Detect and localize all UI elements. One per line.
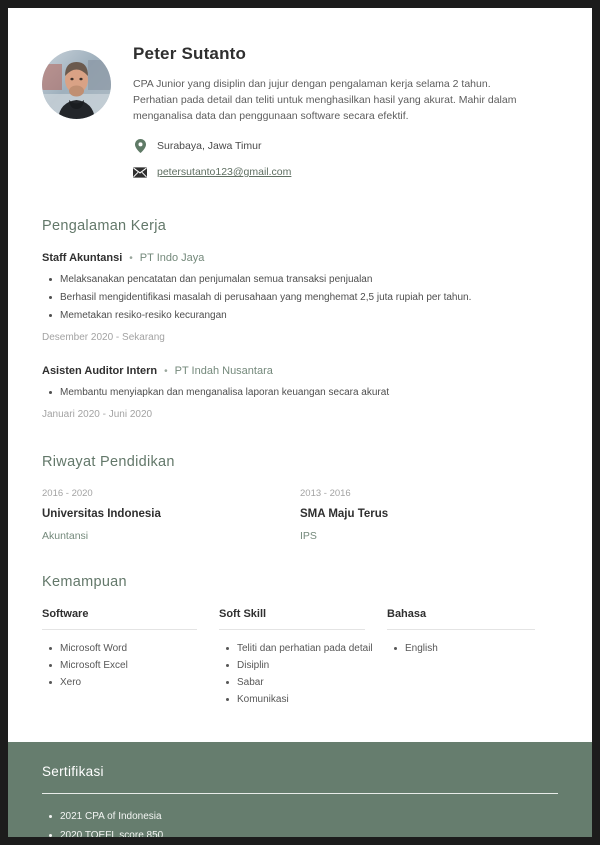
job-header: Asisten Auditor Intern • PT Indah Nusant…: [42, 365, 558, 377]
contact-location: Surabaya, Jawa Timur: [133, 138, 558, 154]
skill-list: Microsoft Word Microsoft Excel Xero: [42, 641, 219, 690]
education-years: 2016 - 2020: [42, 488, 93, 499]
education-entry: 2016 - 2020 Universitas Indonesia Akunta…: [42, 488, 300, 542]
job-date: Januari 2020 - Juni 2020: [42, 409, 153, 420]
profile-summary: CPA Junior yang disiplin dan jujur denga…: [133, 78, 517, 122]
education-grid: 2016 - 2020 Universitas Indonesia Akunta…: [42, 488, 558, 542]
avatar-photo: [42, 50, 111, 119]
experience-heading: Pengalaman Kerja: [42, 218, 167, 234]
job-bullet: Memetakan resiko-resiko kecurangan: [42, 308, 558, 323]
avatar: [42, 50, 111, 119]
skill-item: Teliti dan perhatian pada detail: [219, 641, 387, 656]
job-separator: •: [129, 253, 133, 264]
education-school: SMA Maju Terus: [300, 508, 389, 520]
certification-item: 2021 CPA of Indonesia: [42, 809, 558, 824]
map-pin-icon: [133, 139, 147, 153]
experience-section: Pengalaman Kerja Staff Akuntansi • PT In…: [42, 218, 558, 420]
certification-divider: [42, 793, 558, 794]
skill-column-software: Software Microsoft Word Microsoft Excel …: [42, 608, 219, 716]
education-major: Akuntansi: [42, 530, 89, 542]
skill-list: Teliti dan perhatian pada detail Disipli…: [219, 641, 387, 707]
skill-list: English: [387, 641, 557, 656]
profile-name: Peter Sutanto: [133, 44, 247, 63]
job-entry: Staff Akuntansi • PT Indo Jaya Melaksana…: [42, 252, 558, 343]
job-bullets: Membantu menyiapkan dan menganalisa lapo…: [42, 385, 558, 400]
email-link[interactable]: petersutanto123@gmail.com: [157, 166, 291, 178]
education-school: Universitas Indonesia: [42, 508, 161, 520]
job-bullet: Melaksanakan pencatatan dan penjumalan s…: [42, 272, 558, 287]
skill-item: Xero: [42, 675, 219, 690]
skill-column-soft-skill: Soft Skill Teliti dan perhatian pada det…: [219, 608, 387, 716]
location-text: Surabaya, Jawa Timur: [157, 140, 262, 152]
contact-email[interactable]: petersutanto123@gmail.com: [133, 164, 558, 180]
skills-section: Kemampuan Software Microsoft Word Micros…: [42, 574, 558, 716]
skill-item: Sabar: [219, 675, 387, 690]
job-separator: •: [164, 366, 168, 377]
education-years: 2013 - 2016: [300, 488, 351, 499]
skill-column-title: Soft Skill: [219, 608, 365, 630]
job-title: Staff Akuntansi: [42, 252, 123, 264]
certification-item: 2020 TOEFL score 850: [42, 828, 558, 837]
certification-list: 2021 CPA of Indonesia 2020 TOEFL score 8…: [42, 809, 558, 837]
education-section: Riwayat Pendidikan 2016 - 2020 Universit…: [42, 454, 558, 542]
job-bullets: Melaksanakan pencatatan dan penjumalan s…: [42, 272, 558, 323]
education-major: IPS: [300, 530, 317, 542]
certification-heading: Sertifikasi: [42, 764, 104, 779]
skill-item: Komunikasi: [219, 692, 387, 707]
skill-item: Microsoft Excel: [42, 658, 219, 673]
skill-item: Disiplin: [219, 658, 387, 673]
education-entry: 2013 - 2016 SMA Maju Terus IPS: [300, 488, 558, 542]
skills-grid: Software Microsoft Word Microsoft Excel …: [42, 608, 558, 716]
job-company: PT Indo Jaya: [139, 252, 205, 264]
skill-item: English: [387, 641, 557, 656]
resume-page: Peter Sutanto CPA Junior yang disiplin d…: [8, 8, 592, 837]
skill-column-title: Bahasa: [387, 608, 535, 630]
envelope-icon: [133, 166, 147, 178]
skills-heading: Kemampuan: [42, 574, 127, 590]
job-date: Desember 2020 - Sekarang: [42, 332, 165, 343]
skill-column-bahasa: Bahasa English: [387, 608, 557, 716]
education-heading: Riwayat Pendidikan: [42, 454, 175, 470]
job-entry: Asisten Auditor Intern • PT Indah Nusant…: [42, 365, 558, 420]
skill-item: Microsoft Word: [42, 641, 219, 656]
job-title: Asisten Auditor Intern: [42, 365, 158, 377]
profile-header: Peter Sutanto CPA Junior yang disiplin d…: [42, 44, 558, 190]
contact-list: Surabaya, Jawa Timur petersutanto123@gma…: [133, 138, 558, 180]
job-company: PT Indah Nusantara: [174, 365, 273, 377]
skill-column-title: Software: [42, 608, 197, 630]
certification-section: Sertifikasi 2021 CPA of Indonesia 2020 T…: [8, 742, 592, 837]
job-header: Staff Akuntansi • PT Indo Jaya: [42, 252, 558, 264]
job-bullet: Membantu menyiapkan dan menganalisa lapo…: [42, 385, 558, 400]
job-bullet: Berhasil mengidentifikasi masalah di per…: [42, 290, 558, 305]
